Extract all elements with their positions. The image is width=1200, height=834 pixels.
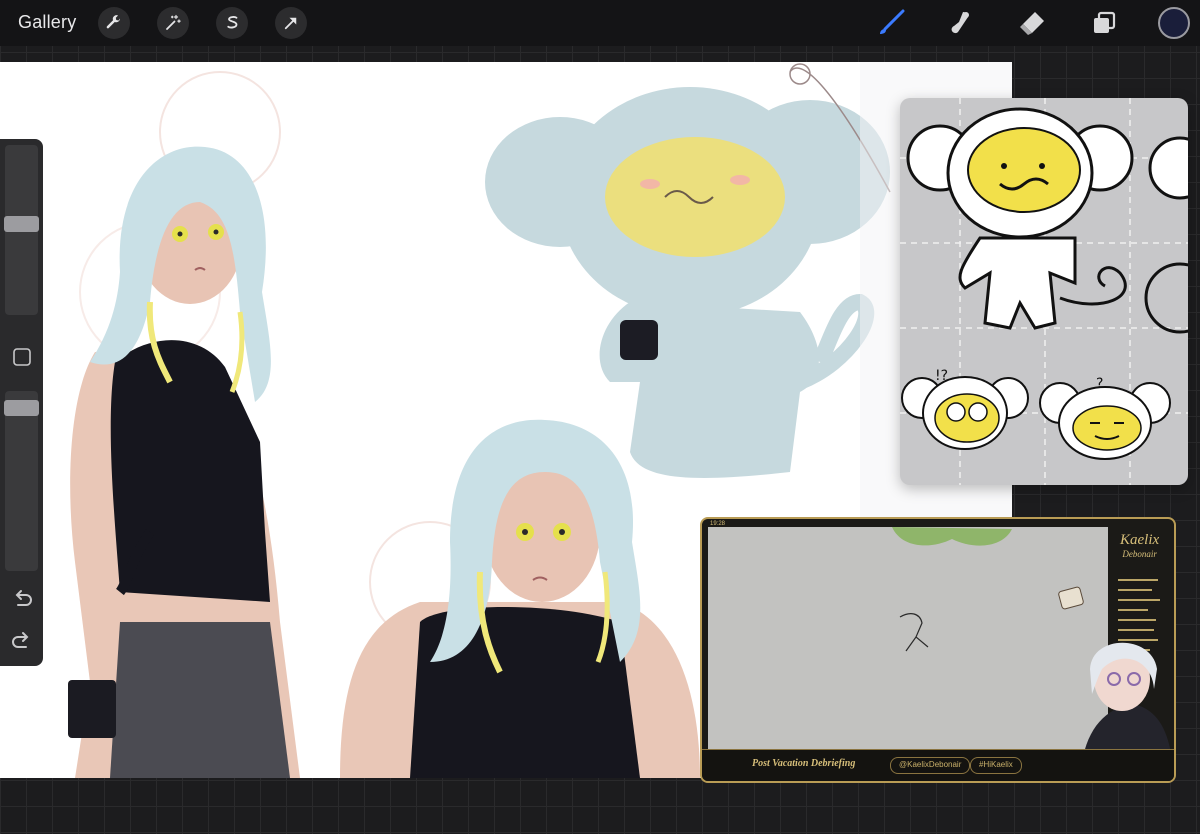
gallery-button[interactable]: Gallery [18,12,76,33]
redo-icon [12,632,29,648]
stream-handle-badge: @KaelixDebonair [890,757,971,774]
brush-tool-button[interactable] [874,6,908,40]
reference-image-panel[interactable]: !? ? [900,98,1188,485]
brush-size-slider-handle[interactable] [4,216,39,232]
stream-hashtag-badge: #HiKaelix [970,757,1022,774]
adjustments-button[interactable] [157,7,189,39]
stream-canvas-view [708,527,1174,781]
magic-wand-icon [166,14,181,30]
stream-logo-line1: Kaelix [1120,532,1160,548]
selection-icon [227,16,238,29]
stream-logo-line2: Debonair [1122,549,1157,559]
top-toolbar: Gallery [0,0,1200,46]
actions-wrench-button[interactable] [98,7,130,39]
eraser-tool-button[interactable] [1015,6,1049,40]
stream-logo: Kaelix Debonair [1120,533,1159,561]
square-icon [13,348,31,366]
stream-overlay-panel[interactable]: 19:28 Kaelix Debonair Post Vacation Debr… [700,517,1176,783]
undo-button[interactable] [9,585,35,611]
tool-sidebar [0,139,43,666]
color-picker-button[interactable] [1158,7,1190,39]
smudge-tool-button[interactable] [944,6,978,40]
selection-button[interactable] [216,7,248,39]
layers-icon [1094,11,1116,33]
wrench-icon [106,15,121,29]
mascot-reference-image: !? ? [900,98,1188,485]
stream-title: Post Vacation Debriefing [752,758,856,769]
svg-text:!?: !? [935,368,948,384]
svg-text:?: ? [1096,376,1103,392]
layers-button[interactable] [1087,6,1121,40]
stream-bottom-bar: Post Vacation Debriefing @KaelixDebonair… [702,749,1174,781]
transform-arrow-icon [284,17,297,30]
undo-icon [15,590,32,606]
redo-button[interactable] [9,627,35,653]
opacity-slider-handle[interactable] [4,400,39,416]
eraser-icon [1020,12,1044,35]
transform-button[interactable] [275,7,307,39]
brush-icon [880,9,905,34]
opacity-slider[interactable] [5,391,38,571]
modify-button[interactable] [9,344,35,370]
smudge-icon [951,12,969,34]
